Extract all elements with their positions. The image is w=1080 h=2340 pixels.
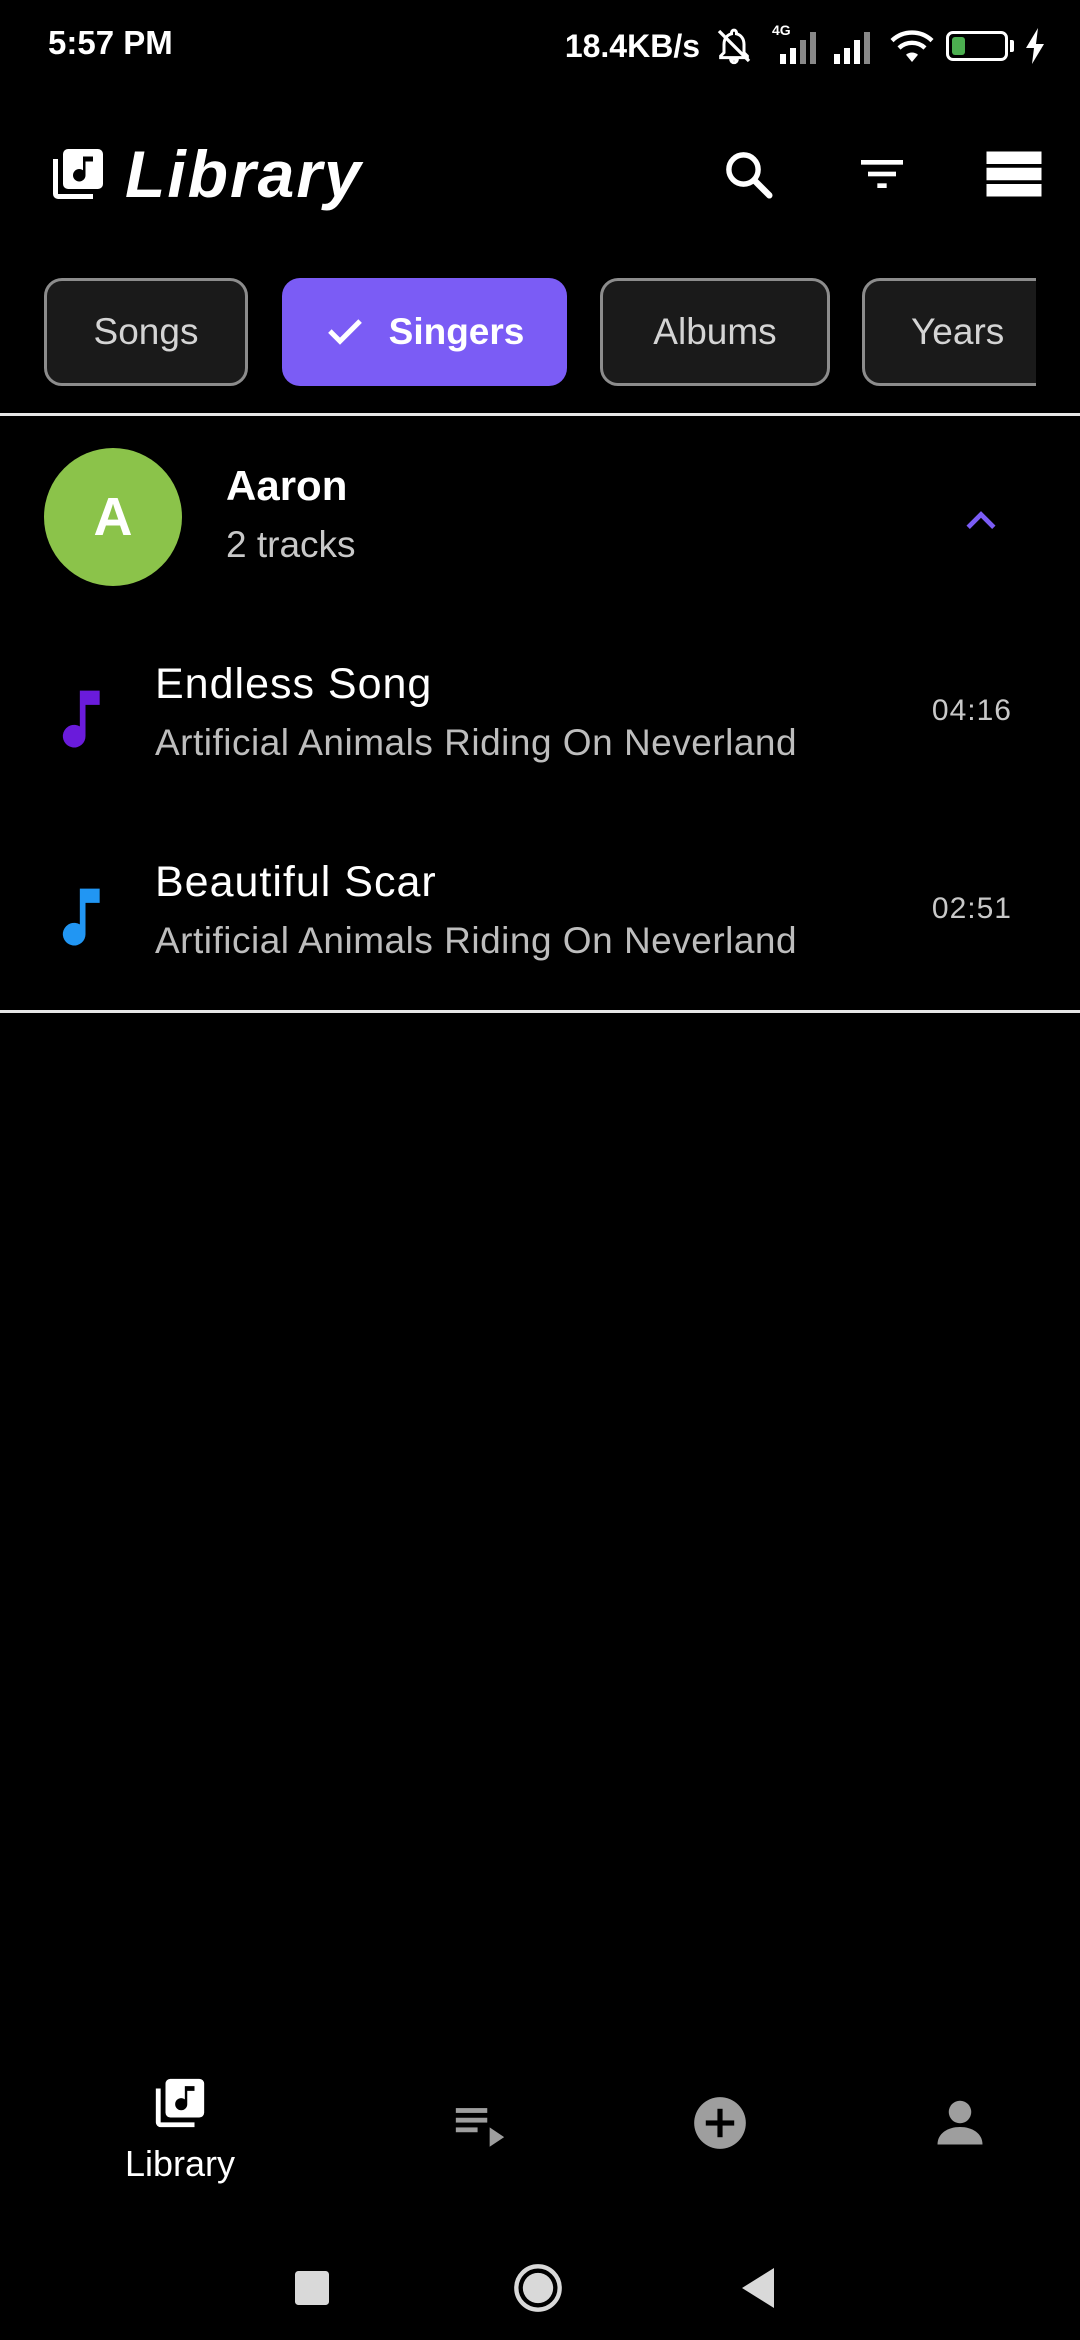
- network-speed: 18.4KB/s: [564, 27, 700, 64]
- track-artist: Artificial Animals Riding On Neverland: [155, 920, 798, 961]
- chip-label: Years: [911, 311, 1005, 352]
- status-time: 5:57 PM: [48, 24, 173, 61]
- recents-button[interactable]: [272, 2250, 352, 2330]
- signal-4g-icon: 4G: [764, 22, 820, 66]
- signal-icon: [830, 26, 878, 66]
- track-title: Endless Song: [155, 660, 433, 708]
- music-note-icon: [50, 685, 104, 758]
- filter-button[interactable]: [846, 140, 918, 212]
- divider: [0, 413, 1080, 416]
- charging-icon: [1024, 28, 1046, 64]
- view-mode-button[interactable]: [978, 140, 1050, 212]
- track-duration: 04:16: [931, 694, 1012, 727]
- nav-library[interactable]: Library: [90, 2060, 270, 2210]
- bottom-navigation: Library: [0, 2060, 1080, 2210]
- home-button[interactable]: [498, 2250, 578, 2330]
- wifi-icon: [888, 26, 936, 66]
- battery-tip: [1010, 40, 1014, 52]
- search-icon: [721, 147, 775, 206]
- divider: [0, 1010, 1080, 1013]
- chip-albums[interactable]: Albums: [600, 278, 830, 386]
- add-circle-icon: [689, 2092, 751, 2159]
- nav-label: Library: [124, 2143, 236, 2184]
- track-title: Beautiful Scar: [155, 858, 437, 906]
- filter-chips: Songs Singers Albums Years: [0, 278, 1036, 388]
- battery-icon: 26: [946, 31, 1008, 61]
- status-bar: 5:57 PM 18.4KB/s 4G 26: [0, 0, 1080, 90]
- back-button[interactable]: [718, 2250, 798, 2330]
- chip-songs[interactable]: Songs: [44, 278, 248, 386]
- library-music-icon: [48, 144, 108, 209]
- chip-singers[interactable]: Singers: [282, 278, 567, 386]
- app-header: Library: [0, 120, 1080, 230]
- chip-label: Singers: [388, 311, 525, 352]
- filter-icon: [854, 146, 910, 207]
- chevron-up-icon: [959, 498, 1003, 547]
- library-music-icon: [151, 2074, 209, 2137]
- nav-queue[interactable]: [390, 2060, 570, 2210]
- check-icon: [325, 312, 365, 352]
- mute-bell-icon: [714, 26, 754, 66]
- status-icons: 18.4KB/s 4G 26: [565, 22, 1046, 70]
- track-row[interactable]: Endless Song Artificial Animals Riding O…: [0, 660, 1080, 850]
- chip-years[interactable]: Years: [862, 278, 1036, 386]
- collapse-button[interactable]: [945, 486, 1017, 558]
- battery-level: 26: [965, 35, 989, 57]
- track-duration: 02:51: [931, 892, 1012, 925]
- artist-name: Aaron: [226, 462, 348, 509]
- search-button[interactable]: [712, 140, 784, 212]
- track-row[interactable]: Beautiful Scar Artificial Animals Riding…: [0, 858, 1080, 1048]
- person-icon: [930, 2092, 990, 2157]
- nav-add[interactable]: [630, 2060, 810, 2210]
- track-artist: Artificial Animals Riding On Neverland: [155, 722, 798, 763]
- chip-label: Songs: [93, 311, 199, 352]
- avatar: A: [44, 448, 182, 586]
- nav-profile[interactable]: [870, 2060, 1050, 2210]
- track-count: 2 tracks: [226, 524, 356, 565]
- circle-icon: [512, 2262, 564, 2319]
- artist-group-header[interactable]: A Aaron 2 tracks: [0, 420, 1080, 620]
- queue-play-icon: [451, 2096, 509, 2159]
- system-navigation: [0, 2230, 1080, 2340]
- back-triangle-icon: [738, 2267, 778, 2313]
- music-note-icon: [50, 883, 104, 956]
- battery-level-fill: [952, 37, 965, 55]
- avatar-initial: A: [93, 487, 133, 547]
- view-list-icon: [984, 148, 1044, 205]
- page-title: Library: [125, 137, 363, 211]
- chip-label: Albums: [653, 311, 777, 352]
- square-icon: [295, 2270, 329, 2310]
